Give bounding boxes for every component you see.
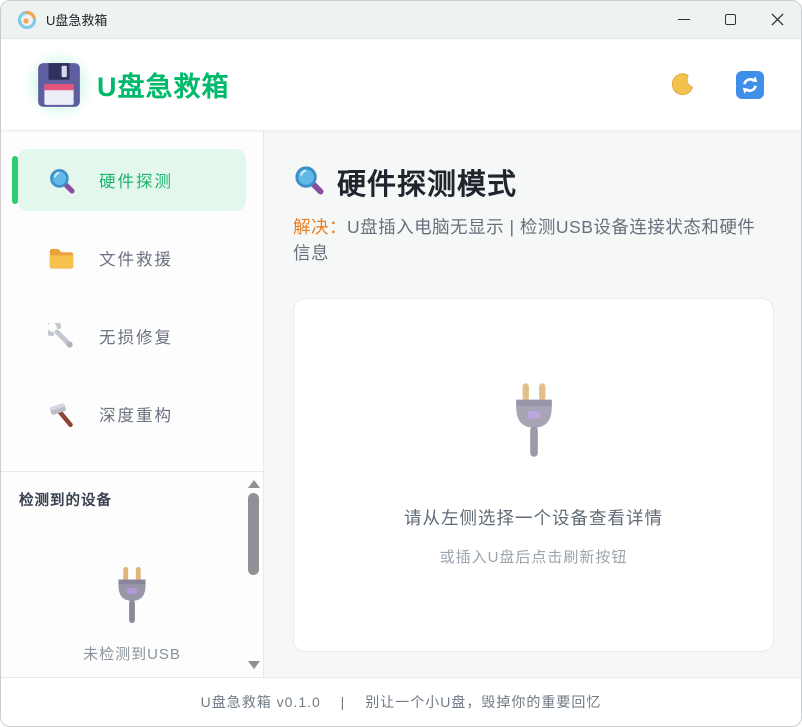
app-header: U盘急救箱 <box>1 39 801 131</box>
refresh-button[interactable] <box>735 70 765 100</box>
sidebar: 硬件探测 文件救援 <box>1 131 264 677</box>
scroll-up-arrow-icon[interactable] <box>248 480 260 488</box>
wrench-icon <box>48 323 75 350</box>
subtitle-body: U盘插入电脑无显示 | 检测USB设备连接状态和硬件信息 <box>293 217 755 263</box>
maximize-button[interactable] <box>707 1 754 38</box>
hammer-icon <box>48 401 75 428</box>
plug-icon <box>110 566 154 629</box>
empty-state-secondary-text: 或插入U盘后点击刷新按钮 <box>440 546 628 567</box>
refresh-icon <box>736 71 764 99</box>
page-title: 硬件探测模式 <box>337 161 517 203</box>
app-title: U盘急救箱 <box>97 65 230 104</box>
plug-icon <box>505 382 563 463</box>
device-panel: 检测到的设备 未检测到USB <box>1 472 263 677</box>
empty-state-primary-text: 请从左侧选择一个设备查看详情 <box>404 505 663 530</box>
main-title-row: 硬件探测模式 <box>293 161 771 203</box>
close-icon <box>771 13 784 26</box>
sidebar-item-label: 深度重构 <box>99 402 173 426</box>
page-subtitle: 解决：U盘插入电脑无显示 | 检测USB设备连接状态和硬件信息 <box>293 214 771 267</box>
main-content: 硬件探测模式 解决：U盘插入电脑无显示 | 检测USB设备连接状态和硬件信息 <box>264 131 801 677</box>
sidebar-item-label: 文件救援 <box>99 246 173 270</box>
sidebar-item-hardware-detect[interactable]: 硬件探测 <box>18 149 246 211</box>
magnifier-icon <box>293 164 324 200</box>
sidebar-item-deep-rebuild[interactable]: 深度重构 <box>18 383 246 445</box>
sidebar-item-label: 无损修复 <box>99 324 173 348</box>
sidebar-item-lossless-repair[interactable]: 无损修复 <box>18 305 246 367</box>
sidebar-item-label: 硬件探测 <box>99 168 173 192</box>
theme-toggle-button[interactable] <box>667 70 697 100</box>
maximize-icon <box>725 14 736 25</box>
sidebar-nav: 硬件探测 文件救援 <box>1 131 263 461</box>
device-list-scrollbar <box>246 478 261 671</box>
device-empty-state: 未检测到USB <box>1 566 263 664</box>
scroll-down-arrow-icon[interactable] <box>248 661 260 669</box>
active-indicator <box>12 156 18 204</box>
minimize-button[interactable] <box>660 1 707 38</box>
device-detail-card: 请从左侧选择一个设备查看详情 或插入U盘后点击刷新按钮 <box>293 298 774 652</box>
app-window: U盘急救箱 U盘急救箱 <box>0 0 802 727</box>
subtitle-prefix: 解决： <box>293 217 347 237</box>
body: 硬件探测 文件救援 <box>1 131 801 677</box>
device-empty-text: 未检测到USB <box>83 643 181 664</box>
header-actions <box>667 70 765 100</box>
footer: U盘急救箱 v0.1.0 | 别让一个小U盘，毁掉你的重要回忆 <box>1 677 801 726</box>
magnifier-icon <box>48 167 75 194</box>
titlebar: U盘急救箱 <box>1 1 801 39</box>
moon-icon <box>669 72 695 98</box>
close-button[interactable] <box>754 1 801 38</box>
window-title: U盘急救箱 <box>46 10 107 29</box>
app-logo-icon <box>17 10 37 30</box>
window-controls <box>660 1 801 38</box>
device-panel-title: 检测到的设备 <box>1 472 263 510</box>
sidebar-item-file-rescue[interactable]: 文件救援 <box>18 227 246 289</box>
folder-icon <box>48 245 75 272</box>
scrollbar-thumb[interactable] <box>248 493 259 575</box>
minimize-icon <box>678 19 690 21</box>
floppy-disk-icon <box>35 61 83 109</box>
scrollbar-track[interactable] <box>246 488 261 661</box>
footer-text: U盘急救箱 v0.1.0 | 别让一个小U盘，毁掉你的重要回忆 <box>201 692 602 712</box>
